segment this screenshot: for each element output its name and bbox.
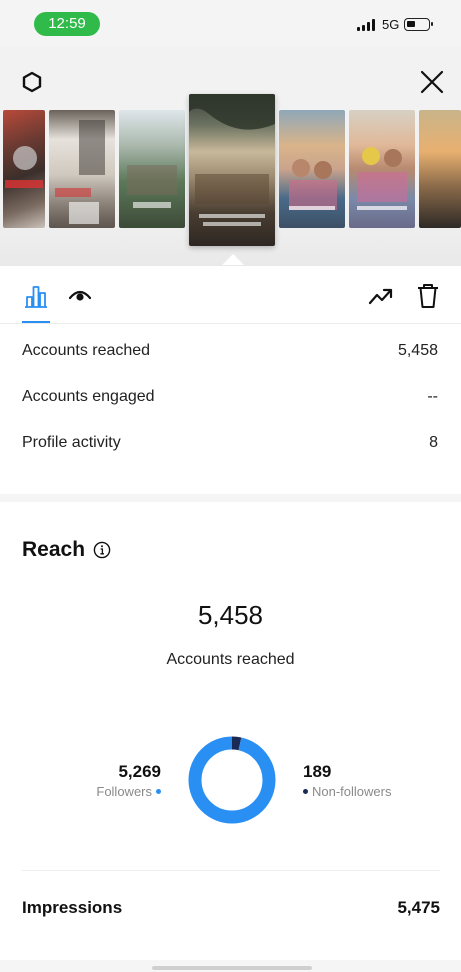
bar-chart-icon[interactable] <box>22 282 50 310</box>
story-thumbnail[interactable] <box>279 110 345 228</box>
story-thumbnail[interactable] <box>419 110 461 228</box>
story-thumbnails <box>0 94 461 250</box>
impressions-row: Impressions 5,475 <box>22 898 440 918</box>
stat-value: 5,458 <box>397 342 438 359</box>
story-thumbnail[interactable] <box>3 110 45 228</box>
non-followers-value: 189 <box>303 762 332 781</box>
insights-toolbar <box>0 266 461 324</box>
info-icon[interactable] <box>93 541 111 559</box>
story-thumbnail[interactable] <box>49 110 115 228</box>
followers-value: 5,269 <box>118 762 161 781</box>
trending-up-icon[interactable] <box>367 282 395 310</box>
stat-label: Accounts engaged <box>22 388 155 405</box>
status-time: 12:59 <box>34 12 100 36</box>
reach-caption: Accounts reached <box>166 651 295 668</box>
signal-icon <box>357 19 375 31</box>
stat-label: Profile activity <box>22 434 121 451</box>
trash-icon[interactable] <box>414 282 442 310</box>
separator <box>22 870 440 871</box>
stat-value: 8 <box>429 434 438 451</box>
story-thumbnail[interactable] <box>349 110 415 228</box>
stat-label: Accounts reached <box>22 342 151 359</box>
reach-donut-chart <box>188 736 276 824</box>
status-bar: 12:59 5G <box>0 0 461 46</box>
gear-icon[interactable] <box>18 68 46 96</box>
section-divider <box>0 494 461 502</box>
selection-pointer <box>222 254 244 265</box>
followers-legend: Followers <box>96 784 161 799</box>
impressions-label: Impressions <box>22 898 123 917</box>
impressions-value: 5,475 <box>397 898 440 917</box>
stat-value: -- <box>427 388 438 405</box>
battery-icon <box>404 18 433 31</box>
eye-icon[interactable] <box>66 282 94 310</box>
tab-underline <box>22 321 50 323</box>
stat-row-accounts-reached: Accounts reached 5,458 <box>0 328 461 374</box>
network-label: 5G <box>382 17 400 32</box>
followers-dot <box>156 789 161 794</box>
reach-title: Reach <box>22 538 111 562</box>
non-followers-dot <box>303 789 308 794</box>
stats-list: Accounts reached 5,458 Accounts engaged … <box>0 328 461 466</box>
close-icon[interactable] <box>418 68 446 96</box>
stat-row-profile-activity: Profile activity 8 <box>0 420 461 466</box>
reach-total: 5,458 <box>197 600 264 630</box>
followers-label: Followers <box>96 784 152 799</box>
donut-slice-followers <box>188 736 276 824</box>
stat-row-accounts-engaged: Accounts engaged -- <box>0 374 461 420</box>
story-thumbnail-selected[interactable] <box>189 94 275 246</box>
story-thumbnail[interactable] <box>119 110 185 228</box>
reach-title-text: Reach <box>22 538 86 561</box>
non-followers-label: Non-followers <box>312 784 392 799</box>
home-indicator <box>152 966 312 970</box>
non-followers-legend: Non-followers <box>303 784 391 799</box>
